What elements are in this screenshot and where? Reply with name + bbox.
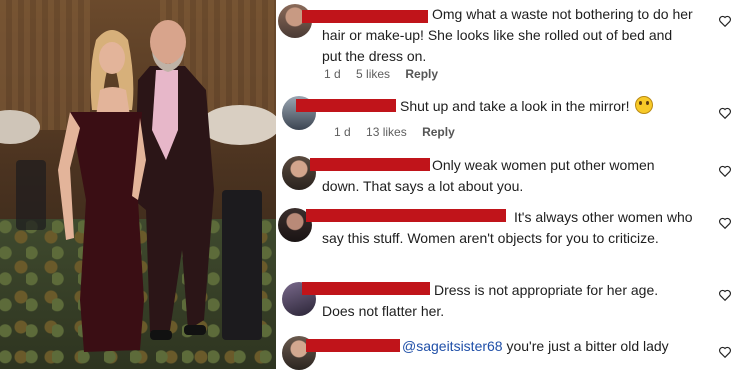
likes-count[interactable]: 5 likes	[356, 67, 390, 81]
likes-count[interactable]: 13 likes	[366, 125, 407, 139]
comment-text: Shut up and take a look in the mirror!	[400, 96, 720, 117]
comment-meta: 1 d 13 likes Reply	[334, 125, 467, 139]
comment-time: 1 d	[334, 125, 351, 139]
comments-panel: Omg what a waste not bothering to do her…	[276, 0, 740, 370]
comment-item: Dress is not appropriate for her age. Do…	[276, 274, 740, 328]
user-mention-link[interactable]: @sageitsister68	[402, 338, 503, 354]
redacted-username	[306, 339, 400, 352]
smiling-face-emoji-icon	[635, 96, 654, 114]
comment-text: Omg what a waste not bothering to do her…	[322, 6, 693, 64]
heart-outline-icon[interactable]	[718, 14, 732, 28]
comment-meta: 1 d 5 likes Reply	[324, 67, 450, 81]
comment-item: Shut up and take a look in the mirror! 1…	[276, 92, 740, 150]
event-photo	[0, 0, 276, 369]
couple-figures	[58, 20, 214, 352]
comment-item: @sageitsister68 you're just a bitter old…	[276, 328, 740, 370]
heart-outline-icon[interactable]	[718, 216, 732, 230]
heart-outline-icon[interactable]	[718, 106, 732, 120]
comment-time: 1 d	[324, 67, 341, 81]
redacted-username	[296, 99, 396, 112]
heart-outline-icon[interactable]	[718, 164, 732, 178]
reply-button[interactable]: Reply	[405, 67, 438, 81]
comment-item: Only weak women put other women down. Th…	[276, 150, 740, 202]
reply-button[interactable]: Reply	[422, 125, 455, 139]
heart-outline-icon[interactable]	[718, 345, 732, 359]
comment-item: Omg what a waste not bothering to do her…	[276, 0, 740, 92]
heart-outline-icon[interactable]	[718, 288, 732, 302]
comment-text-content: Shut up and take a look in the mirror!	[400, 98, 630, 114]
comment-text: It's always other women who say this stu…	[322, 209, 693, 246]
comment-text: @sageitsister68 you're just a bitter old…	[402, 336, 702, 357]
comment-text-content: you're just a bitter old lady	[502, 338, 669, 354]
comment-item: It's always other women who say this stu…	[276, 202, 740, 274]
comment-text: Only weak women put other women down. Th…	[322, 157, 655, 194]
comment-text: Dress is not appropriate for her age. Do…	[322, 282, 659, 319]
